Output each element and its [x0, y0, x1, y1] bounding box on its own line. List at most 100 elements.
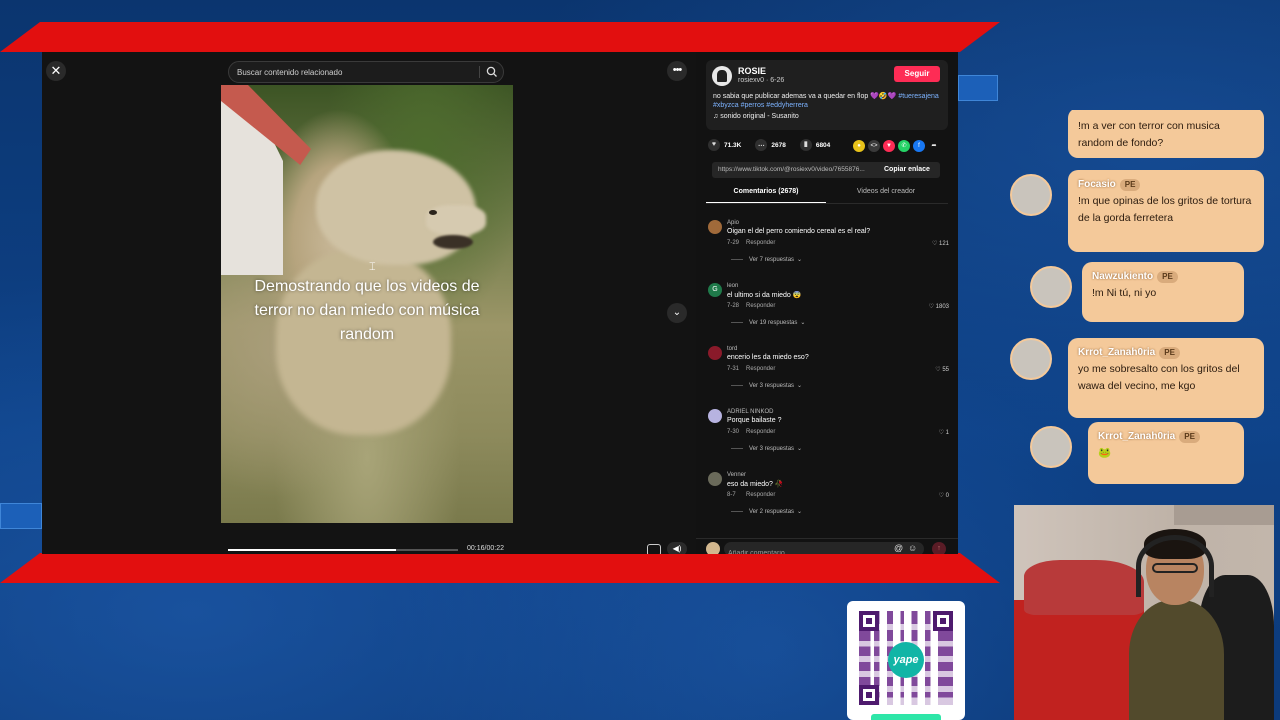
comment-avatar[interactable]	[708, 220, 722, 234]
comment-input[interactable]	[724, 546, 884, 554]
share-link-box: https://www.tiktok.com/@rosiexv0/video/7…	[712, 162, 940, 178]
next-video-button[interactable]: ⌄	[667, 303, 687, 323]
comment-text: Oigan el del perro comiendo cereal es el…	[727, 228, 871, 235]
webcam-clothes-pile	[1024, 560, 1144, 615]
volume-icon[interactable]: ◀)	[667, 542, 687, 554]
follow-button[interactable]: Seguir	[894, 66, 940, 82]
mention-icon[interactable]: @	[894, 543, 903, 553]
comment-text: eso da miedo? 🥀	[727, 481, 784, 488]
chat-country-badge: PE	[1157, 271, 1178, 283]
stats-row: ♥ 71.3K … 2678 ▮ 6804	[708, 138, 830, 152]
comment-like-count: 0	[945, 493, 949, 499]
comment-like-button[interactable]: ♡ 55	[935, 366, 949, 373]
comment-username[interactable]: tord	[727, 346, 737, 352]
more-options-button[interactable]: •••	[667, 61, 687, 81]
comment-like-button[interactable]: ♡ 1803	[929, 303, 949, 310]
comment-reply-button[interactable]: Responder	[746, 429, 775, 435]
comment-button[interactable]: … 2678	[755, 139, 786, 151]
embed-icon[interactable]: <>	[868, 140, 880, 152]
comment-icon: …	[755, 139, 768, 151]
sound-link[interactable]: ♫ sonido original - Susanito	[713, 113, 799, 120]
save-button[interactable]: ▮ 6804	[799, 139, 830, 151]
chat-country-badge: PE	[1159, 347, 1180, 359]
comment-avatar[interactable]: G	[708, 283, 722, 297]
comment-avatar[interactable]	[708, 346, 722, 360]
video-frame[interactable]: Demostrando que los videos de terror no …	[221, 85, 513, 523]
heart-outline-icon: ♡	[938, 493, 946, 499]
send-icon[interactable]: ▼	[883, 140, 895, 152]
bookmark-icon: ▮	[799, 139, 812, 151]
comment-username[interactable]: Venner	[727, 472, 746, 478]
comment-like-button[interactable]: ♡ 1	[939, 429, 949, 436]
chat-header: Nawzukiento PE	[1092, 268, 1234, 285]
chevron-down-icon: ⌄	[797, 509, 803, 515]
copy-link-button[interactable]: Copiar enlace	[884, 166, 930, 173]
chat-username: Krrot_Zanah0ria	[1098, 431, 1176, 442]
overlay-red-band-bottom	[0, 553, 1000, 583]
send-comment-button[interactable]: ↑	[932, 542, 946, 554]
comment-like-count: 1	[945, 430, 949, 436]
chat-text: 🐸	[1098, 447, 1112, 459]
comment-date: 7-28	[727, 303, 740, 309]
tab-creator-videos[interactable]: Videos del creador	[826, 188, 946, 195]
comment-reply-button[interactable]: Responder	[746, 492, 775, 498]
chat-header: Krrot_Zanah0ria PE	[1098, 428, 1234, 445]
view-replies-label: Ver 2 respuestas	[749, 509, 795, 515]
share-link-text[interactable]: https://www.tiktok.com/@rosiexv0/video/7…	[718, 166, 880, 173]
picture-in-picture-icon[interactable]	[647, 544, 661, 554]
author-name[interactable]: ROSIE	[738, 66, 766, 76]
overlay-tab-right-top	[958, 75, 998, 101]
comment-like-button[interactable]: ♡ 121	[932, 240, 949, 247]
comment-field[interactable]: @ ☺	[724, 542, 924, 554]
comment-reply-button[interactable]: Responder	[746, 240, 775, 246]
streamer-webcam	[1014, 505, 1274, 720]
related-search-input[interactable]	[229, 62, 477, 82]
view-replies-button[interactable]: Ver 7 respuestas ⌄	[731, 256, 802, 263]
comment-like-button[interactable]: ♡ 0	[939, 492, 949, 499]
tab-comments[interactable]: Comentarios (2678)	[706, 188, 826, 203]
view-replies-button[interactable]: Ver 3 respuestas ⌄	[731, 382, 802, 389]
comment-reply-button[interactable]: Responder	[746, 303, 775, 309]
author-avatar[interactable]	[712, 66, 732, 86]
chat-username: Focasio	[1078, 179, 1116, 190]
related-search-bar[interactable]	[228, 61, 504, 83]
facebook-icon[interactable]: f	[913, 140, 925, 152]
comment-reply-button[interactable]: Responder	[746, 366, 775, 372]
close-button[interactable]: ✕	[46, 61, 66, 81]
my-avatar	[706, 542, 720, 554]
qr-finder-bottom-left	[859, 685, 879, 705]
like-button[interactable]: ♥ 71.3K	[708, 139, 741, 151]
qr-finder-top-left	[859, 611, 879, 631]
view-replies-label: Ver 3 respuestas	[749, 446, 795, 452]
share-arrow-icon[interactable]: ➦	[928, 140, 940, 152]
chat-avatar	[1030, 266, 1072, 308]
chat-country-badge: PE	[1179, 431, 1200, 443]
heart-icon: ♥	[708, 139, 720, 151]
comment-date: 7-30	[727, 429, 740, 435]
webcam-bed	[1014, 600, 1144, 720]
emoji-icon[interactable]: ☺	[908, 543, 917, 553]
view-replies-button[interactable]: Ver 2 respuestas ⌄	[731, 508, 802, 515]
details-panel: ROSIE rosiexv0 · 6-26 Seguir no sabia qu…	[696, 52, 958, 554]
chat-text: !m a ver con terror con musica random de…	[1078, 120, 1220, 149]
whatsapp-icon[interactable]: ✆	[898, 140, 910, 152]
coin-icon[interactable]: ●	[853, 140, 865, 152]
stream-chat: !m a ver con terror con musica random de…	[1006, 110, 1280, 500]
search-icon[interactable]	[485, 65, 499, 79]
chat-avatar	[1030, 426, 1072, 468]
comment-item: tord encerio les da miedo eso? 7-31 Respond…	[706, 343, 952, 406]
glasses-icon	[1152, 563, 1198, 573]
view-replies-button[interactable]: Ver 3 respuestas ⌄	[731, 445, 802, 452]
chat-username: Krrot_Zanah0ria	[1078, 347, 1156, 358]
chevron-down-icon: ⌄	[672, 307, 682, 318]
chat-message: Focasio PE !m que opinas de los gritos de …	[1068, 170, 1264, 252]
video-progress-fill	[228, 549, 396, 551]
comment-avatar[interactable]	[708, 472, 722, 486]
comment-username[interactable]: ADRIEL NINKOD	[727, 409, 773, 415]
video-progress-bar[interactable]	[228, 549, 458, 551]
share-icons: ● <> ▼ ✆ f ➦	[853, 140, 940, 152]
comment-username[interactable]: leon	[727, 283, 738, 289]
comment-avatar[interactable]	[708, 409, 722, 423]
comment-username[interactable]: Apio	[727, 220, 739, 226]
view-replies-button[interactable]: Ver 19 respuestas ⌄	[731, 319, 805, 326]
